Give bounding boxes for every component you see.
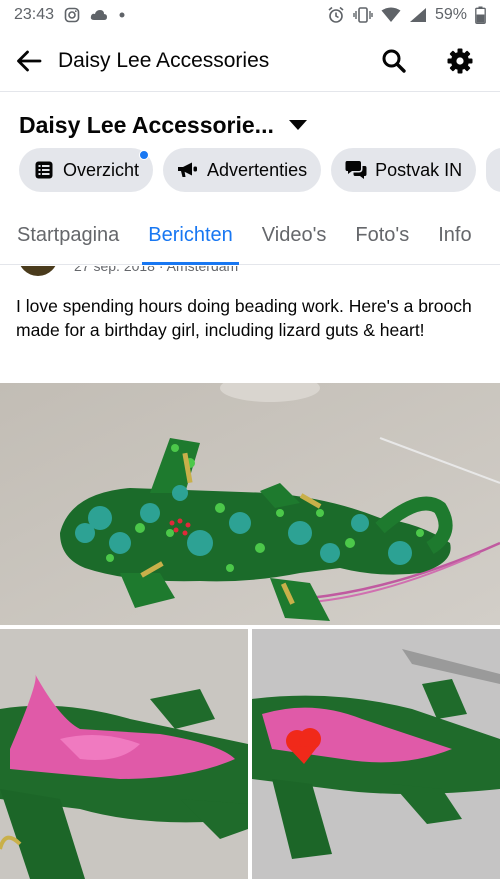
back-arrow-icon: [16, 50, 42, 72]
instagram-icon: [64, 7, 80, 23]
gear-icon: [446, 47, 474, 75]
cloud-icon: [90, 8, 108, 22]
post-photo-right[interactable]: [252, 629, 500, 879]
page-action-chips: Overzicht Advertenties Postvak IN: [19, 148, 500, 193]
chip-postvak-in[interactable]: Postvak IN: [331, 148, 477, 192]
battery-icon: [475, 6, 486, 24]
battery-percentage: 59%: [434, 6, 467, 23]
page-name: Daisy Lee Accessorie...: [19, 111, 274, 138]
megaphone-icon: [177, 159, 199, 181]
chip-advertenties[interactable]: Advertenties: [163, 148, 322, 192]
alarm-icon: [327, 6, 345, 24]
back-button[interactable]: [0, 30, 58, 92]
tab-berichten[interactable]: Berichten: [142, 207, 239, 265]
list-icon: [33, 159, 55, 181]
post-header: 27 sep. 2018 · Amsterdam: [18, 266, 498, 276]
wifi-icon: [381, 7, 401, 23]
tab-videos[interactable]: Video's: [262, 207, 327, 265]
caret-down-icon: [288, 119, 308, 131]
page-tabs: Startpagina Berichten Video's Foto's Inf…: [0, 207, 500, 265]
search-button[interactable]: [370, 37, 418, 85]
chip-more[interactable]: [486, 148, 500, 192]
vibrate-icon: [353, 6, 373, 24]
app-title: Daisy Lee Accessories: [58, 48, 270, 72]
status-bar: 23:43 59%: [0, 0, 500, 30]
post-meta: 27 sep. 2018 · Amsterdam: [74, 266, 239, 274]
settings-button[interactable]: [436, 37, 484, 85]
tab-info[interactable]: Info: [438, 207, 471, 265]
tab-fotos[interactable]: Foto's: [355, 207, 409, 265]
chip-overzicht-label: Overzicht: [63, 159, 140, 180]
avatar[interactable]: [18, 266, 58, 276]
app-bar: Daisy Lee Accessories: [0, 30, 500, 92]
chip-overzicht[interactable]: Overzicht: [19, 148, 154, 192]
dot-icon: [118, 11, 126, 19]
post-photo-main[interactable]: [0, 383, 500, 625]
notification-dot: [139, 150, 150, 160]
chip-advertenties-label: Advertenties: [207, 159, 308, 180]
search-icon: [381, 48, 407, 74]
page-switcher[interactable]: Daisy Lee Accessorie...: [0, 100, 500, 150]
status-time: 23:43: [14, 6, 55, 23]
messenger-icon: [345, 159, 367, 181]
tab-startpagina[interactable]: Startpagina: [17, 207, 119, 265]
chip-postvak-in-label: Postvak IN: [375, 159, 463, 180]
signal-icon: [409, 7, 427, 23]
post-text: I love spending hours doing beading work…: [16, 296, 472, 340]
post-photo-left[interactable]: [0, 629, 248, 879]
